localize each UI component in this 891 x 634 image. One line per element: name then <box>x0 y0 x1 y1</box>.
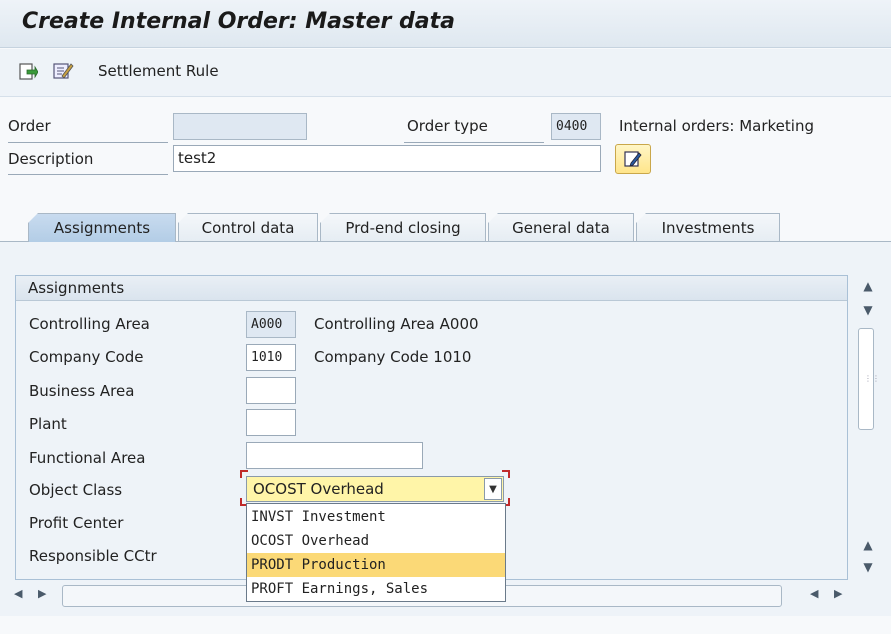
edit-document-icon[interactable] <box>52 61 74 81</box>
scroll-left-icon[interactable]: ◀ <box>14 587 22 600</box>
order-type-field[interactable]: 0400 <box>551 113 601 140</box>
description-label: Description <box>8 150 94 168</box>
scroll-page-down-button[interactable]: ▼ <box>856 557 880 577</box>
pencil-edit-icon <box>624 151 642 167</box>
description-field[interactable]: test2 <box>173 145 601 172</box>
functional-area-label: Functional Area <box>29 449 146 467</box>
long-text-edit-button[interactable] <box>615 144 651 174</box>
controlling-area-field[interactable]: A000 <box>246 311 296 338</box>
company-code-label: Company Code <box>29 348 144 366</box>
order-type-label: Order type <box>407 117 488 135</box>
vertical-scroll-thumb[interactable]: ⋮⋮ <box>858 328 880 430</box>
scroll-right-end-icon[interactable]: ▶ <box>834 587 842 600</box>
company-code-text: Company Code 1010 <box>314 348 472 366</box>
create-document-icon[interactable] <box>18 62 39 82</box>
dropdown-option-proft[interactable]: PROFT Earnings, Sales <box>247 577 505 601</box>
order-type-underline <box>404 142 544 143</box>
order-label: Order <box>8 117 51 135</box>
tab-assignments[interactable]: Assignments <box>28 213 176 242</box>
tab-control-data[interactable]: Control data <box>178 213 318 241</box>
settlement-rule-button[interactable]: Settlement Rule <box>98 62 219 80</box>
company-code-field[interactable]: 1010 <box>246 344 296 371</box>
dropdown-option-prodt[interactable]: PRODT Production <box>247 553 505 577</box>
business-area-field[interactable] <box>246 377 296 404</box>
page-title: Create Internal Order: Master data <box>22 9 455 34</box>
controlling-area-label: Controlling Area <box>29 315 150 333</box>
tab-prd-end-closing[interactable]: Prd-end closing <box>320 213 486 241</box>
scroll-left-end-icon[interactable]: ◀ <box>810 587 818 600</box>
order-label-underline <box>8 142 168 143</box>
order-field[interactable] <box>173 113 307 140</box>
scroll-right-icon[interactable]: ▶ <box>38 587 46 600</box>
functional-area-field[interactable] <box>246 442 423 469</box>
plant-label: Plant <box>29 415 67 433</box>
description-label-underline <box>8 174 168 175</box>
chevron-down-icon[interactable]: ▼ <box>484 478 502 500</box>
controlling-area-text: Controlling Area A000 <box>314 315 479 333</box>
responsible-cctr-label: Responsible CCtr <box>29 547 157 565</box>
assignments-group-header <box>16 276 847 301</box>
scroll-up-button[interactable]: ▲ <box>856 276 880 296</box>
assignments-group-title: Assignments <box>28 279 125 297</box>
scroll-page-up-button[interactable]: ▲ <box>856 535 880 555</box>
business-area-label: Business Area <box>29 382 135 400</box>
object-class-label: Object Class <box>29 481 123 499</box>
grip-icon: ⋮⋮ <box>864 374 880 383</box>
object-class-dropdown-list: INVST Investment OCOST Overhead PRODT Pr… <box>246 503 506 602</box>
object-class-select[interactable]: OCOST Overhead <box>246 476 504 502</box>
scroll-down-button[interactable]: ▼ <box>856 300 880 320</box>
dropdown-option-ocost[interactable]: OCOST Overhead <box>247 529 505 553</box>
dropdown-option-invst[interactable]: INVST Investment <box>247 505 505 529</box>
order-type-text: Internal orders: Marketing <box>619 117 814 135</box>
tab-general-data[interactable]: General data <box>488 213 634 241</box>
tab-investments[interactable]: Investments <box>636 213 780 241</box>
plant-field[interactable] <box>246 409 296 436</box>
profit-center-label: Profit Center <box>29 514 124 532</box>
